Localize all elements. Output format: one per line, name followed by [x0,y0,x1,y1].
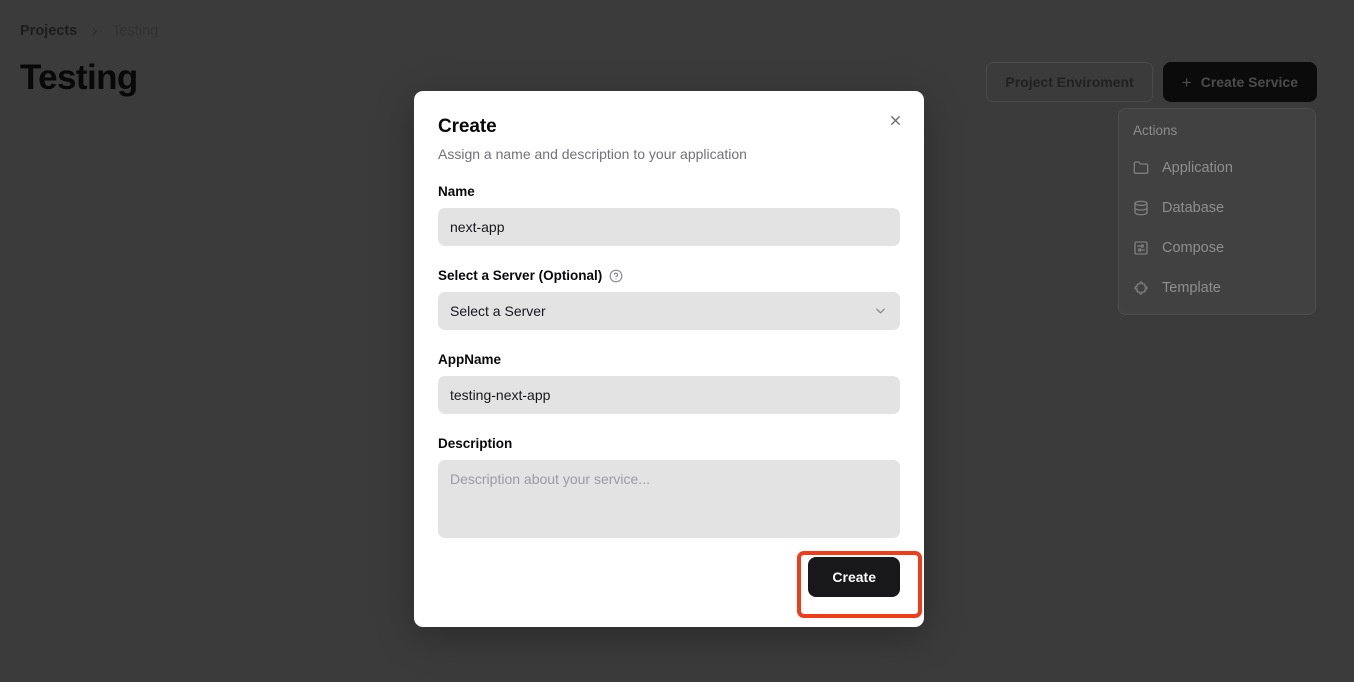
appname-label: AppName [438,352,900,367]
appname-label-text: AppName [438,352,502,367]
chevron-down-icon [873,304,888,319]
name-label: Name [438,184,900,199]
dialog-subtitle: Assign a name and description to your ap… [438,146,747,162]
create-button[interactable]: Create [808,557,900,597]
field-name: Name [438,184,900,246]
field-appname: AppName [438,352,900,414]
field-server: Select a Server (Optional) Select a Serv… [438,268,900,330]
name-label-text: Name [438,184,475,199]
description-label-text: Description [438,436,513,451]
close-icon[interactable] [884,109,906,131]
dialog-title: Create [438,116,497,137]
modal-overlay[interactable]: Create Assign a name and description to … [0,0,1354,682]
server-label: Select a Server (Optional) [438,268,900,283]
field-description: Description [438,436,900,543]
create-service-dialog: Create Assign a name and description to … [414,91,924,627]
description-label: Description [438,436,900,451]
dialog-footer: Create [438,557,900,597]
appname-input[interactable] [438,376,900,414]
description-textarea[interactable] [438,460,900,538]
server-select[interactable]: Select a Server [438,292,900,330]
server-select-value: Select a Server [450,303,546,319]
server-label-text: Select a Server (Optional) [438,268,603,283]
name-input[interactable] [438,208,900,246]
help-circle-icon[interactable] [609,269,623,283]
